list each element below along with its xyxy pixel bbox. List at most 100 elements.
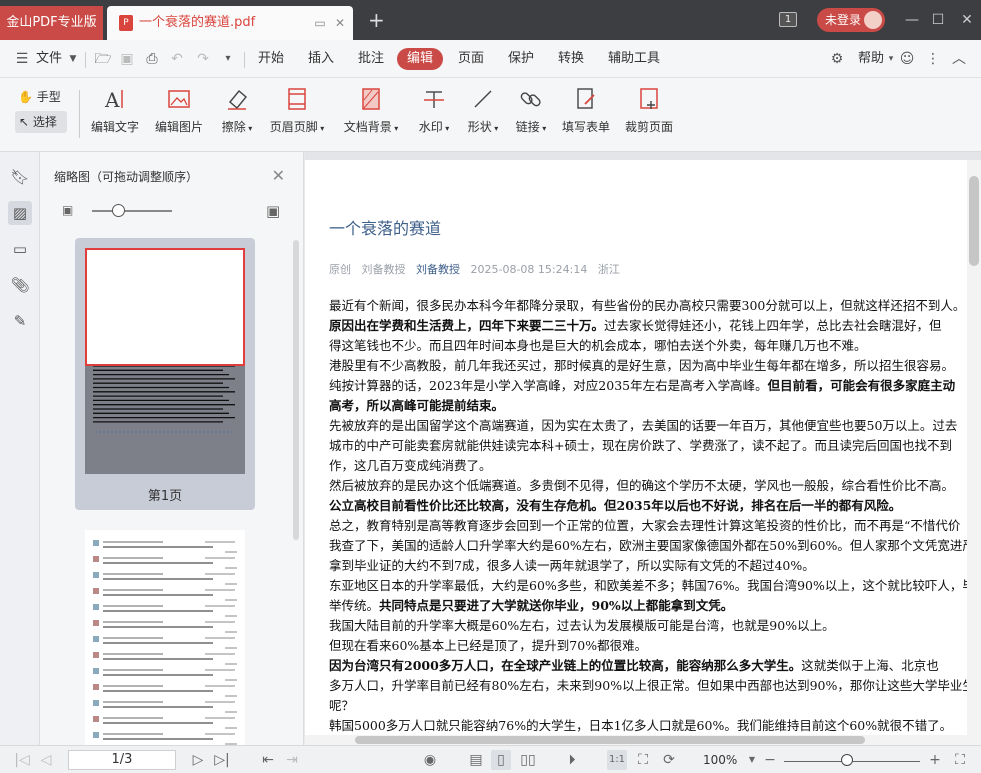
hand-tool[interactable]: ✋ 手型 xyxy=(18,88,61,105)
zoom-slider-handle[interactable] xyxy=(841,754,853,766)
single-page-icon[interactable]: ▯ xyxy=(491,750,511,770)
hand-icon: ✋ xyxy=(18,90,33,104)
collapse-ribbon-icon[interactable]: ︿ xyxy=(950,50,968,68)
horizontal-scrollbar[interactable] xyxy=(305,735,981,745)
page-thumbnail-1[interactable]: 第1页 xyxy=(75,238,255,510)
help-menu[interactable]: 帮助 xyxy=(858,40,884,78)
zoom-out-icon[interactable]: − xyxy=(760,750,780,770)
tab-edit[interactable]: 编辑 xyxy=(397,48,444,70)
background-icon xyxy=(362,88,380,110)
viewport-indicator[interactable] xyxy=(85,248,245,366)
settings-gear-icon[interactable]: ⚙ xyxy=(828,50,846,68)
minimize-icon[interactable]: — xyxy=(902,10,922,30)
erase-tool[interactable]: 擦除 ▾ xyxy=(218,86,256,135)
avatar xyxy=(864,11,882,29)
print-icon[interactable]: ⎙ xyxy=(143,50,161,68)
actual-size-icon[interactable]: 1:1 xyxy=(607,750,627,770)
close-tab-icon[interactable]: ✕ xyxy=(333,16,347,30)
undo-icon[interactable]: ↶ xyxy=(168,50,186,68)
edit-text-tool[interactable]: A 编辑文字 xyxy=(91,86,139,135)
window-count-badge[interactable]: 1 xyxy=(779,12,797,27)
app-tab[interactable]: 金山PDF专业版 xyxy=(0,6,103,40)
rotate-icon[interactable]: ⟳ xyxy=(659,750,679,770)
small-thumbnail-icon[interactable]: ▣ xyxy=(62,203,73,217)
fit-page-icon[interactable]: ⛶ xyxy=(633,750,653,770)
feedback-icon[interactable]: ☺ xyxy=(898,50,916,68)
author-link[interactable]: 刘备教授 xyxy=(416,263,460,276)
document-background-tool[interactable]: 文档背景 ▾ xyxy=(342,86,400,135)
vertical-scrollbar[interactable] xyxy=(967,160,981,735)
first-page-icon[interactable]: |◁ xyxy=(12,750,32,770)
document-tab[interactable]: P 一个衰落的赛道.pdf ▭ ✕ xyxy=(107,6,353,40)
large-thumbnail-icon[interactable]: ▣ xyxy=(266,202,280,220)
back-icon[interactable]: ⇤ xyxy=(258,750,278,770)
more-options-icon[interactable]: ⋮ xyxy=(924,50,942,68)
shape-label: 形状 xyxy=(467,120,492,134)
text: 东亚地区日本的升学率最低，大约是60%多些，和欧美差不多；韩国76%。我国台湾9… xyxy=(329,578,967,593)
zoom-dropdown-icon[interactable]: ▼ xyxy=(742,750,762,770)
article-line: 呢？ xyxy=(329,696,967,716)
fullscreen-icon[interactable]: ⛶ xyxy=(950,750,970,770)
zoom-level[interactable]: 100% xyxy=(703,750,737,770)
tab-start[interactable]: 开始 xyxy=(258,40,284,78)
two-page-icon[interactable]: ▯▯ xyxy=(518,750,538,770)
watermark-tool[interactable]: 水印 ▾ xyxy=(416,86,452,135)
bold-text: 高考，所以高峰可能提前结束。 xyxy=(329,398,505,413)
tab-tools[interactable]: 辅助工具 xyxy=(608,40,660,78)
attachment-icon[interactable]: 📎︎ xyxy=(8,273,32,297)
document-view[interactable]: 一个衰落的赛道 原创 刘备教授 刘备教授 2025-08-08 15:24:14… xyxy=(305,152,981,745)
tab-annotate[interactable]: 批注 xyxy=(358,40,384,78)
forward-icon[interactable]: ⇥ xyxy=(282,750,302,770)
tab-insert[interactable]: 插入 xyxy=(308,40,334,78)
page-1-label: 第1页 xyxy=(147,489,183,504)
file-menu[interactable]: 文件 xyxy=(36,40,62,78)
zoom-in-icon[interactable]: + xyxy=(925,750,945,770)
new-tab-button[interactable]: + xyxy=(368,10,385,30)
comment-icon[interactable]: ▭ xyxy=(8,237,32,261)
chevron-down-icon[interactable]: ▼ xyxy=(64,50,82,68)
eye-protection-icon[interactable]: ◉ xyxy=(420,750,440,770)
edit-text-label: 编辑文字 xyxy=(91,120,140,134)
thumbnail-icon[interactable]: ▨ xyxy=(8,201,32,225)
redo-icon[interactable]: ↷ xyxy=(194,50,212,68)
shape-tool[interactable]: 形状 ▾ xyxy=(465,86,501,135)
divider xyxy=(79,90,80,138)
tab-page[interactable]: 页面 xyxy=(458,40,484,78)
maximize-icon[interactable]: ☐ xyxy=(928,10,948,30)
article-line: 我查了下，美国的适龄人口升学率大约是60%左右，欧洲主要国家像德国外都在50%到… xyxy=(329,536,967,556)
thumbnail-size-slider[interactable] xyxy=(92,210,172,212)
page-number-input[interactable]: 1/3 xyxy=(68,750,176,770)
login-button[interactable]: 未登录 xyxy=(817,8,885,32)
horizontal-scroll-thumb[interactable] xyxy=(355,736,865,744)
article-line: 原因出在学费和生活费上，四年下来要二三十万。过去家长觉得娃还小，花钱上四年学，总… xyxy=(329,316,967,336)
previous-page-icon[interactable]: ◁ xyxy=(36,750,56,770)
cursor-icon: ↖ xyxy=(19,115,30,129)
tab-convert[interactable]: 转换 xyxy=(558,40,584,78)
edit-image-tool[interactable]: 编辑图片 xyxy=(154,86,204,135)
close-window-icon[interactable]: ✕ xyxy=(957,10,977,30)
continuous-view-icon[interactable]: ▤ xyxy=(466,750,486,770)
quick-access-dropdown-icon[interactable]: ▾ xyxy=(219,50,237,68)
bookmark-icon[interactable]: 🔖︎ xyxy=(8,165,32,189)
window-icon[interactable]: ▭ xyxy=(313,16,327,30)
link-tool[interactable]: 链接 ▾ xyxy=(513,86,549,135)
open-folder-icon[interactable]: 🗁 xyxy=(94,50,112,68)
close-panel-icon[interactable]: ✕ xyxy=(272,166,285,185)
save-icon[interactable]: ▣ xyxy=(118,50,136,68)
header-footer-tool[interactable]: 页眉页脚 ▾ xyxy=(268,86,326,135)
fill-form-tool[interactable]: 填写表单 xyxy=(562,86,610,135)
select-label: 选择 xyxy=(32,115,57,129)
article-line: 得这笔钱也不少。而且四年时间本身也是巨大的机会成本，哪怕去送个外卖，每年赚几万也… xyxy=(329,336,967,356)
page-thumbnail-2[interactable] xyxy=(85,530,245,745)
next-page-icon[interactable]: ▷ xyxy=(188,750,208,770)
vertical-scroll-thumb[interactable] xyxy=(969,176,979,266)
hamburger-icon[interactable]: ☰ xyxy=(13,50,31,68)
slider-handle[interactable] xyxy=(112,204,125,217)
crop-page-tool[interactable]: 裁剪页面 xyxy=(625,86,673,135)
signature-icon[interactable]: ✎ xyxy=(8,309,32,333)
last-page-icon[interactable]: ▷| xyxy=(212,750,232,770)
thumbnail-scrollbar[interactable] xyxy=(293,240,299,540)
tab-protect[interactable]: 保护 xyxy=(508,40,534,78)
select-tool[interactable]: ↖ 选择 xyxy=(15,111,67,133)
play-icon[interactable]: ⏵ xyxy=(562,750,582,770)
